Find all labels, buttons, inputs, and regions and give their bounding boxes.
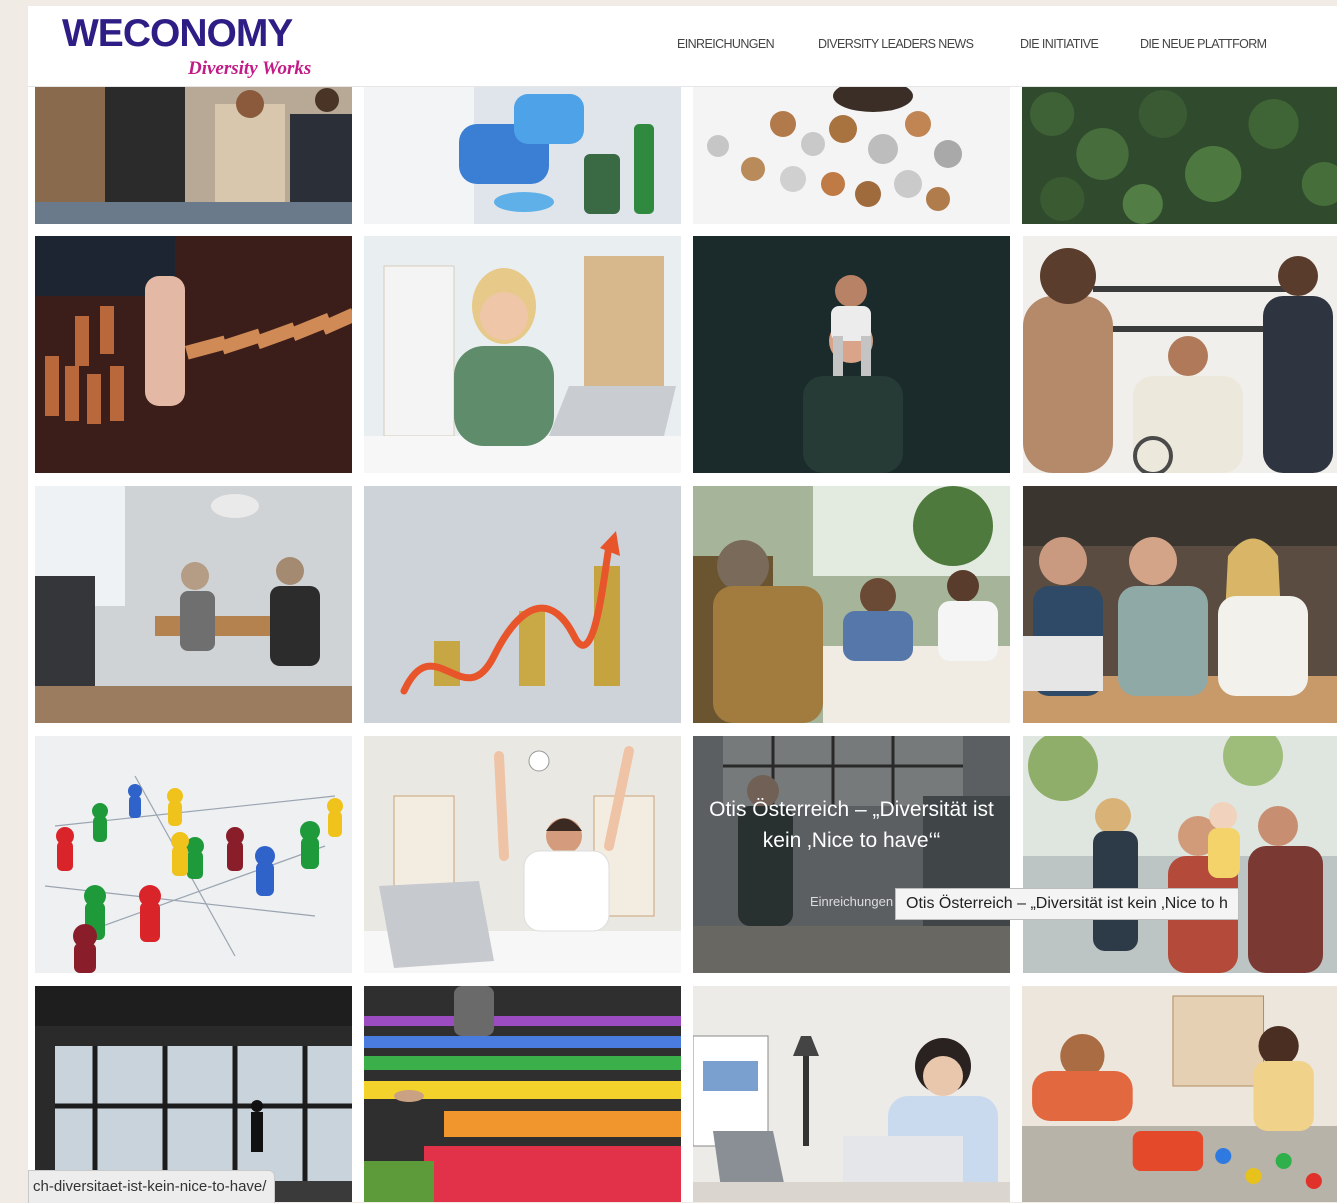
nav-die-neue-plattform[interactable]: DIE NEUE PLATTFORM: [1140, 37, 1267, 51]
page: Otis Österreich – „Diversität ist kein ‚…: [28, 6, 1337, 1202]
photo-meeting-room: [35, 486, 352, 723]
title-tooltip: Otis Österreich – „Diversität ist kein ‚…: [895, 888, 1239, 920]
article-tile-woman-desk[interactable]: [693, 986, 1010, 1202]
article-tile-success-woman[interactable]: [364, 736, 681, 973]
photo-rainbow-crosswalk: [364, 986, 681, 1202]
site-header: WECONOMY Diversity Works EINREICHUNGEN D…: [28, 6, 1337, 87]
photo-woman-laptop: [364, 236, 681, 473]
article-tile-lab[interactable]: [364, 84, 681, 224]
article-tile-meeting-room[interactable]: [35, 486, 352, 723]
article-tile-growth-chart[interactable]: [364, 486, 681, 723]
hover-overlay: Otis Österreich – „Diversität ist kein ‚…: [693, 736, 1010, 973]
photo-lab: [364, 84, 681, 224]
photo-coins: [693, 84, 1010, 224]
article-tile-office-meeting[interactable]: [35, 84, 352, 224]
article-tile-group-table[interactable]: [693, 486, 1010, 723]
photo-father-child: [693, 236, 1010, 473]
article-tile-coins[interactable]: [693, 84, 1010, 224]
photo-family: [1023, 736, 1337, 973]
article-title[interactable]: Otis Österreich – „Diversität ist kein ‚…: [699, 794, 1004, 856]
main-nav: EINREICHUNGEN DIVERSITY LEADERS NEWS DIE…: [28, 37, 1337, 57]
photo-students-laptop: [1023, 486, 1337, 723]
nav-diversity-leaders-news[interactable]: DIVERSITY LEADERS NEWS: [818, 37, 974, 51]
photo-dominoes: [35, 236, 352, 473]
article-grid: Otis Österreich – „Diversität ist kein ‚…: [28, 6, 1337, 1202]
nav-einreichungen[interactable]: EINREICHUNGEN: [677, 37, 775, 51]
article-tile-otis-hover[interactable]: Otis Österreich – „Diversität ist kein ‚…: [693, 736, 1010, 973]
article-tile-father-child[interactable]: [693, 236, 1010, 473]
article-tile-dominoes[interactable]: [35, 236, 352, 473]
article-tile-forest[interactable]: [1022, 84, 1337, 224]
photo-kids-playing: [1022, 986, 1337, 1202]
nav-die-initiative[interactable]: DIE INITIATIVE: [1020, 37, 1099, 51]
photo-office-meeting: [35, 84, 352, 224]
photo-group-table: [693, 486, 1010, 723]
article-tile-team-wheelchair[interactable]: [1022, 236, 1337, 473]
article-tile-students-laptop[interactable]: [1022, 486, 1337, 723]
photo-forest: [1022, 84, 1337, 224]
photo-woman-desk: [693, 986, 1010, 1202]
photo-growth-chart: [364, 486, 681, 723]
article-tile-woman-laptop[interactable]: [364, 236, 681, 473]
article-tile-network-pawns[interactable]: [35, 736, 352, 973]
article-tile-kids-playing[interactable]: [1022, 986, 1337, 1202]
article-tile-rainbow-crosswalk[interactable]: [364, 986, 681, 1202]
link-status-bar: ch-diversitaet-ist-kein-nice-to-have/: [28, 1170, 276, 1203]
photo-team-wheelchair: [1023, 236, 1337, 473]
photo-success-woman: [364, 736, 681, 973]
photo-network-pawns: [35, 736, 352, 973]
article-tile-family[interactable]: [1022, 736, 1337, 973]
logo-tagline: Diversity Works: [188, 58, 312, 79]
